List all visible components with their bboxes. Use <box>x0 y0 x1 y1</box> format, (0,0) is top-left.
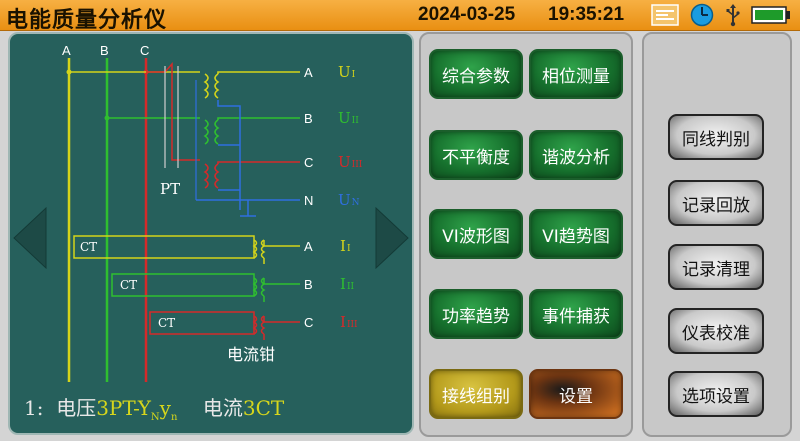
ct-label-a: CT <box>80 240 97 254</box>
calibrate-button[interactable]: 仪表校准 <box>668 308 764 354</box>
next-page-icon[interactable] <box>375 206 409 270</box>
voltage-terminal-b: B <box>304 111 313 126</box>
current-terminal-c: C <box>304 315 313 330</box>
phase-measure-button[interactable]: 相位测量 <box>529 49 623 99</box>
event-capture-button[interactable]: 事件捕获 <box>529 289 623 339</box>
vi-waveform-button[interactable]: VI波形图 <box>429 209 523 259</box>
voltage-symbol-1: UI <box>338 63 356 81</box>
pt-label: PT <box>160 180 180 198</box>
bus-label-b: B <box>100 43 109 58</box>
current-symbol-2: III <box>340 275 354 293</box>
voltage-prefix: 电压 <box>56 396 97 420</box>
ct-label-c: CT <box>158 316 175 330</box>
power-trend-button[interactable]: 功率趋势 <box>429 289 523 339</box>
wiring-index: 1: <box>24 396 44 420</box>
ct-label-b: CT <box>120 278 137 292</box>
unbalance-button[interactable]: 不平衡度 <box>429 130 523 180</box>
current-terminal-b: B <box>304 277 313 292</box>
bus-label-a: A <box>62 43 71 58</box>
current-symbol-3: IIII <box>340 313 358 331</box>
voltage-mode: 3PT-YNyn <box>96 396 178 423</box>
record-replay-button[interactable]: 记录回放 <box>668 180 764 226</box>
voltage-terminal-a: A <box>304 65 313 80</box>
current-mode: 3CT <box>242 396 285 420</box>
current-terminal-a: A <box>304 239 313 254</box>
prev-page-icon[interactable] <box>13 206 47 270</box>
settings-button[interactable]: 设置 <box>529 369 623 419</box>
same-line-detect-button[interactable]: 同线判别 <box>668 114 764 160</box>
wiring-group-button[interactable]: 接线组别 <box>429 369 523 419</box>
clamp-label: 电流钳 <box>227 345 275 364</box>
vi-trend-button[interactable]: VI趋势图 <box>529 209 623 259</box>
current-prefix: 电流 <box>202 396 243 420</box>
bus-label-c: C <box>140 43 149 58</box>
voltage-symbol-2: UII <box>338 109 359 127</box>
voltage-terminal-c: C <box>304 155 313 170</box>
comprehensive-params-button[interactable]: 综合参数 <box>429 49 523 99</box>
current-symbol-1: II <box>340 237 351 255</box>
record-clear-button[interactable]: 记录清理 <box>668 244 764 290</box>
harmonic-analysis-button[interactable]: 谐波分析 <box>529 130 623 180</box>
voltage-symbol-n: UN <box>338 191 360 209</box>
voltage-terminal-n: N <box>304 193 313 208</box>
voltage-symbol-3: UIII <box>338 153 363 171</box>
wiring-status: 1: 电压3PT-YNyn 电流3CT <box>24 392 284 423</box>
option-settings-button[interactable]: 选项设置 <box>668 371 764 417</box>
